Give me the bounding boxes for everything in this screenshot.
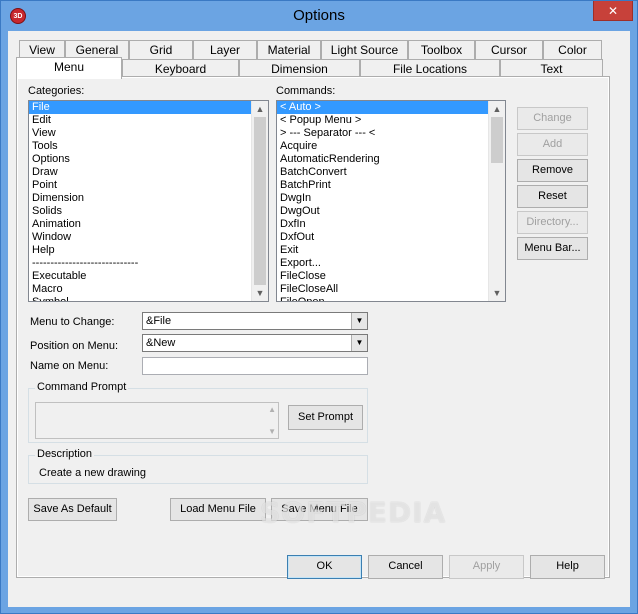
list-item[interactable]: < Popup Menu >: [277, 114, 505, 127]
list-item[interactable]: Solids: [29, 205, 268, 218]
name-on-menu-label: Name on Menu:: [30, 360, 109, 372]
categories-items: File Edit View Tools Options Draw Point Dimensi…: [29, 101, 268, 301]
list-item[interactable]: BatchConvert: [277, 166, 505, 179]
commands-listbox[interactable]: < Auto > < Popup Menu > > --- Separator --…: [276, 100, 506, 302]
menu-bar-button[interactable]: Menu Bar...: [517, 237, 588, 260]
position-on-menu-value: &New: [146, 337, 176, 349]
list-item[interactable]: DwgIn: [277, 192, 505, 205]
description-text: Create a new drawing: [39, 467, 147, 479]
scroll-up-icon[interactable]: ▲: [252, 101, 268, 117]
title-bar[interactable]: 3D Options ✕: [1, 1, 637, 31]
commands-scrollbar[interactable]: ▲ ▼: [488, 101, 505, 301]
list-item[interactable]: > --- Separator --- <: [277, 127, 505, 140]
options-window: 3D Options ✕ View General Grid Layer Mat…: [0, 0, 638, 614]
position-on-menu-select[interactable]: &New ▼: [142, 334, 368, 352]
list-item[interactable]: Acquire: [277, 140, 505, 153]
list-item[interactable]: BatchPrint: [277, 179, 505, 192]
set-prompt-button[interactable]: Set Prompt: [288, 405, 363, 430]
list-item[interactable]: Animation: [29, 218, 268, 231]
list-item[interactable]: Point: [29, 179, 268, 192]
list-item[interactable]: Exit: [277, 244, 505, 257]
softpedia-watermark: SOFTPEDIA: [260, 496, 447, 529]
remove-button[interactable]: Remove: [517, 159, 588, 182]
position-on-menu-label: Position on Menu:: [30, 340, 119, 352]
chevron-down-icon[interactable]: ▼: [351, 335, 367, 351]
name-on-menu-input[interactable]: [142, 357, 368, 375]
commands-label: Commands:: [276, 85, 336, 97]
tab-color[interactable]: Color: [543, 40, 602, 60]
menu-to-change-value: &File: [146, 315, 172, 327]
cancel-button[interactable]: Cancel: [368, 555, 443, 579]
add-button[interactable]: Add: [517, 133, 588, 156]
list-item[interactable]: Export...: [277, 257, 505, 270]
load-menu-file-button[interactable]: Load Menu File: [170, 498, 266, 521]
tab-menu[interactable]: Menu: [16, 57, 122, 79]
description-group: Description Create a new drawing: [28, 448, 368, 484]
list-item[interactable]: Tools: [29, 140, 268, 153]
tab-cursor[interactable]: Cursor: [475, 40, 543, 60]
menu-to-change-select[interactable]: &File ▼: [142, 312, 368, 330]
directory-button[interactable]: Directory...: [517, 211, 588, 234]
window-title: Options: [293, 7, 345, 24]
list-item[interactable]: Options: [29, 153, 268, 166]
categories-label: Categories:: [28, 85, 85, 97]
list-item[interactable]: Draw: [29, 166, 268, 179]
list-item[interactable]: DxfIn: [277, 218, 505, 231]
scroll-thumb[interactable]: [491, 117, 503, 163]
command-prompt-group: Command Prompt ▲ ▼ Set Prompt: [28, 381, 368, 443]
commands-items: < Auto > < Popup Menu > > --- Separator --…: [277, 101, 505, 301]
list-item[interactable]: DxfOut: [277, 231, 505, 244]
list-item[interactable]: Window: [29, 231, 268, 244]
list-item[interactable]: View: [29, 127, 268, 140]
spin-down-icon[interactable]: ▼: [268, 427, 276, 436]
tab-light-source[interactable]: Light Source: [321, 40, 408, 60]
spin-up-icon[interactable]: ▲: [268, 405, 276, 414]
menu-to-change-label: Menu to Change:: [30, 316, 115, 328]
list-item[interactable]: FileClose: [277, 270, 505, 283]
list-item[interactable]: File: [29, 101, 268, 114]
list-item[interactable]: AutomaticRendering: [277, 153, 505, 166]
list-item[interactable]: -----------------------------: [29, 257, 268, 270]
scroll-down-icon[interactable]: ▼: [489, 285, 505, 301]
reset-button[interactable]: Reset: [517, 185, 588, 208]
tab-toolbox[interactable]: Toolbox: [408, 40, 475, 60]
save-as-default-button[interactable]: Save As Default: [28, 498, 117, 521]
categories-listbox[interactable]: File Edit View Tools Options Draw Point Dimensi…: [28, 100, 269, 302]
scroll-thumb[interactable]: [254, 117, 266, 285]
list-item[interactable]: Symbol: [29, 296, 268, 301]
chevron-down-icon[interactable]: ▼: [351, 313, 367, 329]
list-item[interactable]: FileCloseAll: [277, 283, 505, 296]
list-item[interactable]: Macro: [29, 283, 268, 296]
tab-layer[interactable]: Layer: [193, 40, 257, 60]
scroll-down-icon[interactable]: ▼: [252, 285, 268, 301]
tab-grid[interactable]: Grid: [129, 40, 193, 60]
command-prompt-title: Command Prompt: [35, 381, 129, 393]
list-item[interactable]: FileOpen: [277, 296, 505, 301]
ok-button[interactable]: OK: [287, 555, 362, 579]
list-item[interactable]: DwgOut: [277, 205, 505, 218]
change-button[interactable]: Change: [517, 107, 588, 130]
list-item[interactable]: < Auto >: [277, 101, 505, 114]
categories-scrollbar[interactable]: ▲ ▼: [251, 101, 268, 301]
scroll-up-icon[interactable]: ▲: [489, 101, 505, 117]
list-item[interactable]: Help: [29, 244, 268, 257]
command-prompt-input[interactable]: ▲ ▼: [35, 402, 279, 439]
apply-button[interactable]: Apply: [449, 555, 524, 579]
list-item[interactable]: Dimension: [29, 192, 268, 205]
list-item[interactable]: Executable: [29, 270, 268, 283]
tab-material[interactable]: Material: [257, 40, 321, 60]
description-title: Description: [35, 448, 95, 460]
list-item[interactable]: Edit: [29, 114, 268, 127]
close-button[interactable]: ✕: [593, 1, 633, 21]
help-button[interactable]: Help: [530, 555, 605, 579]
